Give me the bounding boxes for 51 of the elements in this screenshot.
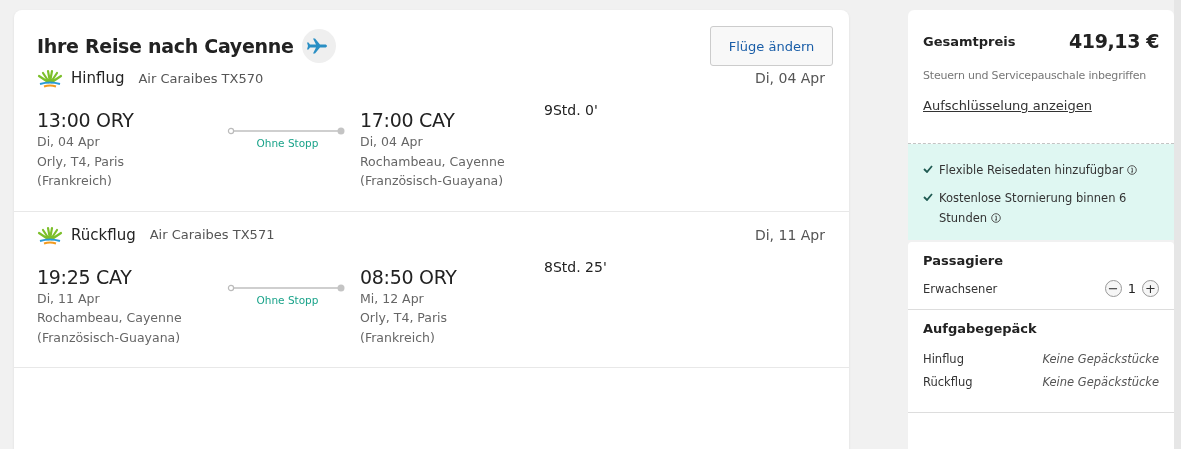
departure-country: (Frankreich) — [37, 172, 113, 190]
price-label: Gesamtpreis — [923, 33, 1016, 49]
departure-airport: Rochambeau, Cayenne — [37, 309, 183, 327]
section-title: Passagiere — [923, 253, 1004, 268]
arrival-time: 17:00 CAY — [360, 108, 456, 132]
arrival-airport: Rochambeau, Cayenne — [360, 152, 506, 171]
passenger-type: Erwachsener — [923, 281, 998, 296]
baggage-value: Keine Gepäckstücke — [1042, 351, 1159, 368]
arrival-airport: Orly, T4, Paris — [360, 309, 449, 327]
check-icon — [923, 165, 933, 173]
flight-number: Air Caraibes TX571 — [149, 227, 275, 242]
leg-date: Di, 04 Apr — [754, 70, 825, 86]
stops-label: Ohne Stopp — [256, 137, 319, 149]
departure-date: Di, 11 Apr — [37, 289, 101, 308]
tax-note: Steuern und Servicepauschale inbegriffen — [923, 69, 1147, 82]
arrival-time: 08:50 ORY — [360, 264, 458, 289]
palm-logo-icon — [37, 224, 63, 245]
info-icon[interactable] — [990, 213, 1001, 223]
increase-button[interactable]: + — [1142, 280, 1159, 297]
breakdown-link[interactable]: Aufschlüsselung anzeigen — [923, 98, 1092, 113]
flight-number: Air Caraibes TX570 — [138, 70, 264, 86]
departure-time: 19:25 CAY — [37, 264, 133, 289]
section-title: Aufgabegepäck — [923, 321, 1038, 336]
flight-duration: 8Std. 25' — [544, 258, 607, 275]
arrival-country: (Frankreich) — [360, 328, 436, 347]
benefit-text: Flexible Reisedaten hinzufügbar — [939, 160, 1138, 180]
total-price: 419,13 € — [1069, 30, 1159, 52]
departure-time: 13:00 ORY — [37, 108, 135, 132]
baggage-leg: Rückflug — [923, 374, 973, 391]
arrival-date: Mi, 12 Apr — [360, 289, 425, 308]
airplane-icon — [301, 29, 336, 63]
change-flights-button[interactable]: Flüge ändern — [710, 26, 833, 66]
leg-date: Di, 11 Apr — [754, 226, 825, 243]
passenger-count: 1 — [1127, 281, 1136, 296]
decrease-button[interactable]: − — [1104, 280, 1122, 297]
benefit-text: Kostenlose Stornierung binnen 6 Stunden — [939, 190, 1128, 227]
info-icon[interactable] — [1127, 165, 1138, 175]
leg-label: Rückflug — [71, 225, 136, 244]
leg-label: Hinflug — [71, 69, 125, 87]
departure-country: (Französisch-Guayana) — [37, 328, 182, 347]
palm-logo-icon — [37, 68, 63, 88]
arrival-date: Di, 04 Apr — [360, 133, 424, 151]
flight-duration: 9Std. 0' — [544, 102, 598, 118]
trip-title: Ihre Reise nach Cayenne — [37, 35, 294, 57]
departure-date: Di, 04 Apr — [37, 133, 101, 151]
stops-label: Ohne Stopp — [256, 293, 319, 306]
baggage-value: Keine Gepäckstücke — [1042, 374, 1159, 391]
arrival-country: (Französisch-Guayana) — [360, 172, 505, 190]
baggage-leg: Hinflug — [923, 351, 964, 368]
check-icon — [923, 193, 933, 201]
departure-airport: Orly, T4, Paris — [37, 152, 126, 171]
